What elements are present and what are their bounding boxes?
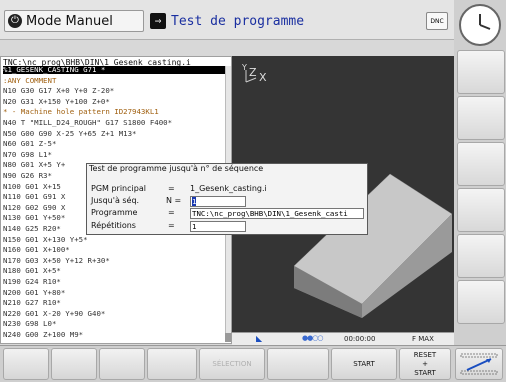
block-number-input[interactable]: 1: [190, 196, 246, 207]
right-softkey-bar: [454, 0, 506, 345]
workpiece-icon: ◣: [256, 334, 263, 343]
right-softkey-2[interactable]: [457, 96, 505, 140]
speed-dots-icon[interactable]: ●●○○: [302, 334, 323, 342]
programme-sep: =: [168, 208, 175, 217]
scrollbar-thumb[interactable]: [225, 333, 231, 342]
softkey-switch-icon: [460, 353, 498, 375]
programme-input[interactable]: TNC:\nc_prog\BHB\DIN\1_Gesenk_casti: [190, 208, 364, 219]
program-line[interactable]: N160 G01 X+100*: [3, 246, 225, 254]
programme-label: Programme: [91, 208, 138, 217]
right-softkey-3[interactable]: [457, 142, 505, 186]
softkey-empty-1[interactable]: [3, 348, 49, 380]
right-softkey-4[interactable]: [457, 188, 505, 232]
program-line[interactable]: N230 G98 L0*: [3, 320, 225, 328]
program-line-selected[interactable]: %1_GESENK_CASTING G71 *: [3, 66, 225, 74]
start-softkey[interactable]: START: [331, 348, 397, 380]
program-line[interactable]: :ANY COMMENT: [3, 76, 225, 85]
program-line[interactable]: N220 G01 X-20 Y+90 G40*: [3, 309, 225, 318]
right-softkey-6[interactable]: [457, 280, 505, 324]
machine-mode-label: Mode Manuel: [26, 13, 113, 29]
softkey-empty-4[interactable]: [147, 348, 197, 380]
reset-start-softkey[interactable]: RESET + START: [399, 348, 451, 380]
program-line[interactable]: N180 G01 X+5*: [3, 267, 225, 275]
clock-icon: [459, 4, 501, 46]
softkey-empty-5[interactable]: [267, 348, 329, 380]
softkey-empty-2[interactable]: [51, 348, 97, 380]
softkey-empty-3[interactable]: [99, 348, 145, 380]
program-line[interactable]: N20 G31 X+150 Y+100 Z+0*: [3, 97, 225, 106]
repetitions-sep: =: [168, 221, 175, 230]
dnc-icon[interactable]: DNC: [426, 12, 448, 30]
program-line[interactable]: N70 G98 L1*: [3, 150, 225, 159]
right-softkey-1[interactable]: [457, 50, 505, 94]
program-line[interactable]: N10 G30 G17 X+0 Y+0 Z-20*: [3, 87, 225, 95]
program-line[interactable]: N50 G00 G90 X-25 Y+65 Z+1 M13*: [3, 129, 225, 138]
program-line[interactable]: N190 G24 R10*: [3, 278, 225, 286]
pgm-principal-value: 1_Gesenk_casting.i: [190, 184, 267, 193]
simulation-status-bar: ◣ ●●○○ 00:00:00 F MAX: [232, 332, 454, 345]
program-line[interactable]: N200 G01 Y+80*: [3, 288, 225, 297]
program-line[interactable]: N150 G01 X+130 Y+5*: [3, 235, 225, 244]
repetitions-label: Répétitions: [91, 221, 136, 230]
right-softkey-5[interactable]: [457, 234, 505, 278]
program-line[interactable]: N240 G00 Z+100 M9*: [3, 331, 225, 339]
machine-mode-indicator[interactable]: ⏻ Mode Manuel: [4, 10, 144, 32]
axis-z-label: Z: [249, 66, 257, 79]
program-line[interactable]: N40 T "MILL_D24_ROUGH" G17 S1800 F400*: [3, 119, 225, 127]
softkey-row-switch[interactable]: [455, 348, 503, 380]
axis-y-label: Y: [241, 63, 247, 72]
selection-softkey[interactable]: SÉLECTION: [199, 348, 265, 380]
power-icon: ⏻: [8, 14, 22, 28]
axis-x-label: X: [259, 71, 267, 84]
repetitions-input[interactable]: 1: [190, 221, 246, 232]
simulation-time: 00:00:00: [344, 335, 376, 343]
program-line[interactable]: N170 G03 X+50 Y+12 R+30*: [3, 256, 225, 265]
feed-readout: F MAX: [412, 335, 434, 343]
program-line[interactable]: N210 G27 R10*: [3, 299, 225, 307]
program-line[interactable]: * - Machine hole pattern ID27943KL1: [3, 108, 225, 116]
pgm-principal-sep: =: [168, 184, 175, 193]
block-number-sep: N =: [166, 196, 182, 205]
program-line[interactable]: N60 G01 Z-5*: [3, 140, 225, 148]
program-mode-label: Test de programme: [171, 13, 305, 29]
pgm-principal-label: PGM principal: [91, 184, 146, 193]
block-number-label: Jusqu'à séq.: [91, 196, 140, 205]
dialog-title: Test de programme jusqu'à n° de séquence: [89, 164, 264, 173]
program-mode-indicator[interactable]: ⇒ Test de programme: [150, 10, 410, 32]
program-run-arrow-icon: ⇒: [150, 13, 166, 29]
